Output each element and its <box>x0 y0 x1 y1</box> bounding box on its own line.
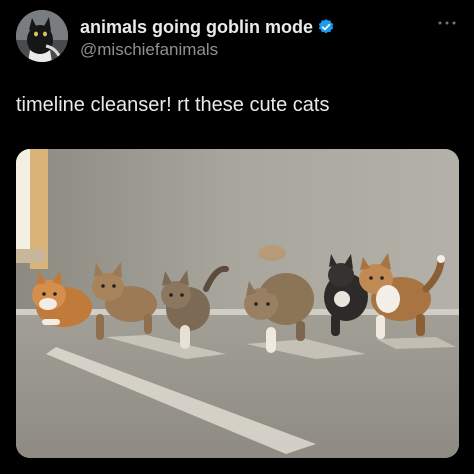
display-name[interactable]: animals going goblin mode <box>80 16 313 38</box>
avatar[interactable] <box>16 10 68 62</box>
more-dots-icon <box>438 21 456 25</box>
name-row: animals going goblin mode <box>80 16 335 38</box>
user-handle[interactable]: @mischiefanimals <box>80 40 218 60</box>
verified-badge-icon <box>318 19 334 34</box>
more-options-button[interactable] <box>432 12 462 34</box>
tweet-header: animals going goblin mode @mischiefanima… <box>16 10 462 66</box>
tweet-text: timeline cleanser! rt these cute cats <box>16 94 330 116</box>
tweet-media-photo[interactable] <box>16 149 459 458</box>
photo-of-six-kittens-walking-icon <box>16 149 459 458</box>
black-cat-avatar-icon <box>16 10 68 62</box>
